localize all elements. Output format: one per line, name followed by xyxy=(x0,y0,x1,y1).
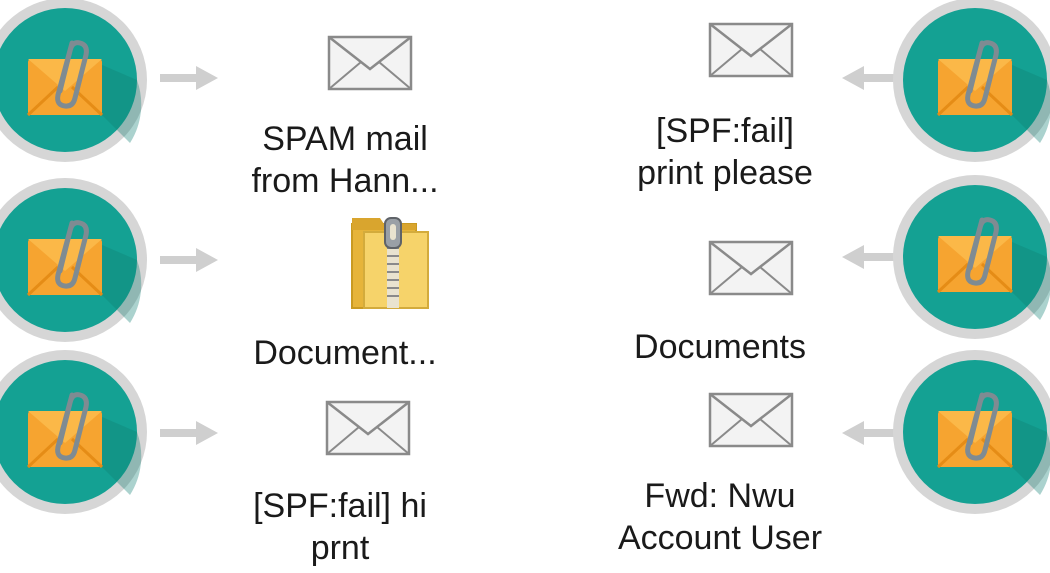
envelope-paperclip-icon xyxy=(0,350,147,514)
label-line: SPAM mail xyxy=(262,120,428,158)
envelope-paperclip-icon xyxy=(893,0,1050,162)
attachment-badge-right-3[interactable] xyxy=(890,347,1050,517)
file-label-left-2[interactable]: Document... xyxy=(230,332,460,374)
label-line: [SPF:fail] hi xyxy=(253,487,427,525)
label-line: Document... xyxy=(253,334,437,372)
label-line: prnt xyxy=(310,529,370,567)
zip-folder-icon[interactable] xyxy=(350,212,430,312)
file-label-right-2[interactable]: Documents xyxy=(605,326,835,368)
label-line: Documents xyxy=(634,328,806,366)
attachment-badge-left-2[interactable] xyxy=(0,175,150,345)
mail-icon[interactable] xyxy=(327,35,413,91)
attachment-badge-right-1[interactable] xyxy=(890,0,1050,165)
label-line: print please xyxy=(637,154,813,192)
file-label-left-3[interactable]: [SPF:fail] hi prnt xyxy=(225,485,455,569)
attachment-badge-left-3[interactable] xyxy=(0,347,150,517)
label-line: [SPF:fail] xyxy=(656,112,794,150)
envelope-paperclip-icon xyxy=(893,175,1050,339)
mail-icon[interactable] xyxy=(708,22,794,78)
attachment-badge-right-2[interactable] xyxy=(890,172,1050,342)
arrow-right-icon xyxy=(160,63,220,93)
envelope-paperclip-icon xyxy=(893,350,1050,514)
label-line: from Hann... xyxy=(251,162,439,200)
file-label-right-3[interactable]: Fwd: Nwu Account User xyxy=(605,475,835,559)
label-line: Fwd: Nwu xyxy=(644,477,796,515)
label-line: Account User xyxy=(617,519,823,557)
envelope-paperclip-icon xyxy=(0,0,147,162)
mail-icon[interactable] xyxy=(708,392,794,448)
mail-icon[interactable] xyxy=(708,240,794,296)
file-label-right-1[interactable]: [SPF:fail] print please xyxy=(610,110,840,194)
mail-icon[interactable] xyxy=(325,400,411,456)
attachment-badge-left-1[interactable] xyxy=(0,0,150,165)
envelope-paperclip-icon xyxy=(0,178,147,342)
arrow-right-icon xyxy=(160,245,220,275)
file-label-left-1[interactable]: SPAM mail from Hann... xyxy=(230,118,460,202)
arrow-right-icon xyxy=(160,418,220,448)
